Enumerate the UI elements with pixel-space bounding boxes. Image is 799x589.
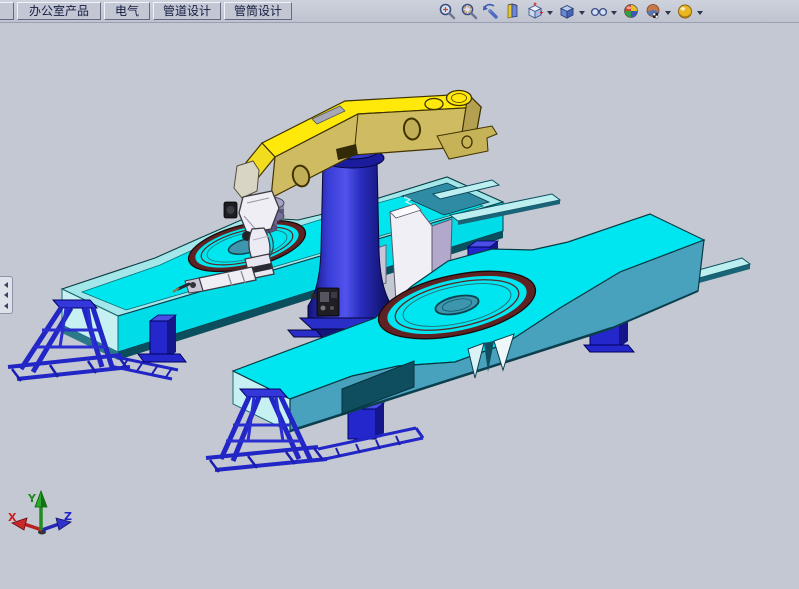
tab-piping-design[interactable]: 管道设计	[153, 2, 221, 20]
zoom-to-fit-icon[interactable]	[437, 1, 457, 21]
tab-office-products[interactable]: 办公室产品	[17, 2, 101, 20]
expander-left-arrow-icon	[1, 303, 8, 309]
zoom-to-area-icon[interactable]	[459, 1, 479, 21]
y-axis-label: Y	[27, 492, 37, 505]
edit-appearance-icon[interactable]	[621, 1, 641, 21]
graphics-viewport[interactable]: X Y Z	[0, 0, 799, 589]
z-axis-label: Z	[64, 510, 72, 523]
command-tabs: 评估 办公室产品 电气 管道设计 管筒设计	[0, 2, 292, 20]
orientation-triad: X Y Z	[8, 491, 72, 535]
view-orientation-icon[interactable]	[525, 1, 545, 21]
view-settings-icon[interactable]	[675, 1, 695, 21]
hide-show-items-dropdown-arrow[interactable]	[611, 11, 617, 18]
command-toolbar: 评估 办公室产品 电气 管道设计 管筒设计	[0, 0, 799, 23]
heads-up-view-toolbar	[437, 1, 705, 21]
hide-show-items-icon[interactable]	[589, 1, 609, 21]
tab-tubing-design[interactable]: 管筒设计	[224, 2, 292, 20]
expander-left-arrow-icon	[1, 292, 8, 298]
tab-evaluate[interactable]: 评估	[0, 2, 14, 20]
display-style-dropdown-arrow[interactable]	[579, 11, 585, 18]
previous-view-icon[interactable]	[481, 1, 501, 21]
section-view-icon[interactable]	[503, 1, 523, 21]
expander-left-arrow-icon	[1, 282, 8, 288]
view-settings-dropdown-arrow[interactable]	[697, 11, 703, 18]
tab-electrical[interactable]: 电气	[104, 2, 150, 20]
display-style-icon[interactable]	[557, 1, 577, 21]
apply-scene-dropdown-arrow[interactable]	[665, 11, 671, 18]
x-axis-label: X	[8, 511, 17, 524]
apply-scene-icon[interactable]	[643, 1, 663, 21]
panel-expander[interactable]	[0, 276, 13, 314]
view-orientation-dropdown-arrow[interactable]	[547, 11, 553, 18]
